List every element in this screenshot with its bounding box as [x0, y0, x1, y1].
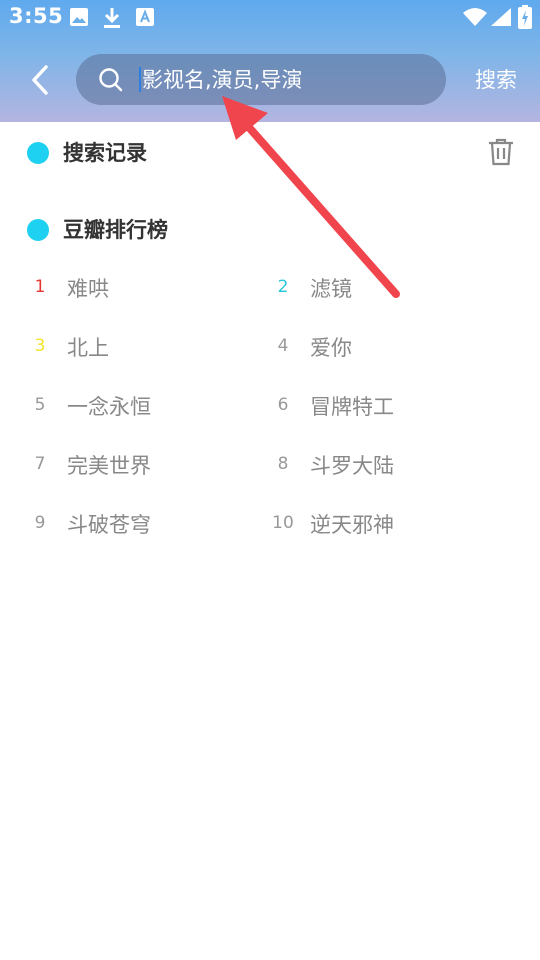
rank-title: 一念永恒	[67, 395, 151, 419]
download-notification-icon	[104, 8, 120, 28]
rank-title: 斗破苍穹	[67, 513, 151, 537]
ranking-item[interactable]: 7 完美世界	[25, 451, 245, 481]
rank-number: 9	[34, 513, 46, 533]
rank-number: 5	[34, 395, 46, 415]
rank-title: 斗罗大陆	[310, 454, 394, 478]
search-input[interactable]	[140, 63, 434, 97]
ranking-title: 豆瓣排行榜	[63, 218, 168, 242]
rank-title: 完美世界	[67, 454, 151, 478]
wifi-icon	[463, 8, 487, 26]
signal-icon	[491, 8, 511, 26]
ranking-item[interactable]: 9 斗破苍穹	[25, 510, 245, 540]
status-time: 3:55	[9, 4, 64, 28]
rank-number: 6	[277, 395, 289, 415]
ranking-item[interactable]: 8 斗罗大陆	[268, 451, 488, 481]
back-arrow-icon[interactable]	[22, 60, 62, 100]
ranking-item[interactable]: 2 滤镜	[268, 274, 488, 304]
rank-title: 滤镜	[310, 277, 352, 301]
rank-number: 8	[277, 454, 289, 474]
ranking-item[interactable]: 10 逆天邪神	[268, 510, 488, 540]
rank-title: 逆天邪神	[310, 513, 394, 537]
ranking-item[interactable]: 5 一念永恒	[25, 392, 245, 422]
image-notification-icon	[70, 8, 88, 26]
rank-number: 10	[272, 513, 294, 533]
rank-title: 难哄	[67, 277, 109, 301]
ranking-item[interactable]: 1 难哄	[25, 274, 245, 304]
ranking-item[interactable]: 6 冒牌特工	[268, 392, 488, 422]
search-history-title: 搜索记录	[63, 141, 147, 165]
trash-icon[interactable]	[488, 138, 514, 166]
rank-title: 北上	[67, 336, 109, 360]
rank-number: 2	[277, 277, 289, 297]
ranking-item[interactable]: 3 北上	[25, 333, 245, 363]
rank-title: 冒牌特工	[310, 395, 394, 419]
search-icon	[99, 68, 123, 92]
ranking-item[interactable]: 4 爱你	[268, 333, 488, 363]
search-box[interactable]	[76, 54, 446, 105]
battery-icon	[518, 5, 532, 29]
rank-title: 爱你	[310, 336, 352, 360]
rank-number: 1	[34, 277, 46, 297]
text-notification-icon	[136, 8, 154, 26]
search-button[interactable]: 搜索	[466, 64, 526, 96]
rank-number: 3	[34, 336, 46, 356]
section-dot	[27, 219, 49, 241]
section-dot	[27, 142, 49, 164]
rank-number: 4	[277, 336, 289, 356]
rank-number: 7	[34, 454, 46, 474]
status-bar: 3:55	[0, 0, 540, 36]
